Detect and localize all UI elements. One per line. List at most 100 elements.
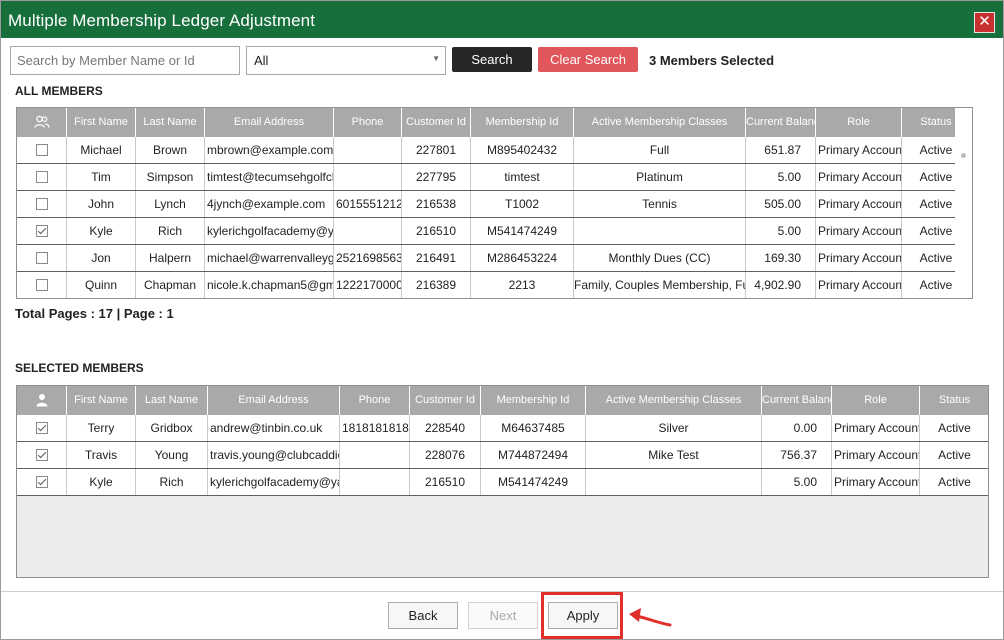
- col-first-name[interactable]: First Name: [67, 108, 136, 137]
- col-role[interactable]: Role: [816, 108, 902, 137]
- search-button[interactable]: Search: [452, 47, 532, 72]
- pagination-info: Total Pages : 17 | Page : 1: [15, 306, 174, 321]
- user-icon: [36, 394, 47, 407]
- last-name-cell: Gridbox: [136, 415, 208, 441]
- scroll-thumb[interactable]: [961, 153, 966, 158]
- col-first-name[interactable]: First Name: [67, 386, 136, 415]
- customer-id-cell: 228540: [410, 415, 481, 441]
- customer-id-cell: 228076: [410, 442, 481, 468]
- email-cell: kylerichgolfacademy@yahoo.com: [205, 218, 334, 244]
- membership-id-cell: 2213: [471, 272, 574, 298]
- last-name-cell: Halpern: [136, 245, 205, 271]
- row-checkbox-cell: [17, 245, 67, 271]
- col-membership-id[interactable]: Membership Id: [481, 386, 586, 415]
- col-role[interactable]: Role: [832, 386, 920, 415]
- last-name-cell: Lynch: [136, 191, 205, 217]
- col-phone[interactable]: Phone: [340, 386, 410, 415]
- table-row[interactable]: TimSimpsontimtest@tecumsehgolfclub.com 22…: [17, 164, 971, 191]
- select-all-header[interactable]: [17, 108, 67, 137]
- col-current-balance[interactable]: Current Balance: [762, 386, 832, 415]
- row-checkbox-cell: [17, 218, 67, 244]
- first-name-cell: Tim: [67, 164, 136, 190]
- title-bar: Multiple Membership Ledger Adjustment ✕: [1, 1, 1003, 38]
- row-checkbox[interactable]: [35, 475, 48, 488]
- table-row[interactable]: KyleRichkylerichgolfacademy@yahoo.com 216…: [17, 218, 971, 245]
- table-row[interactable]: JonHalpernmichael@warrenvalleygolf.com25…: [17, 245, 971, 272]
- row-checkbox[interactable]: [35, 421, 48, 434]
- table-row[interactable]: KyleRichkylerichgolfacademy@yahoo.com 216…: [17, 469, 988, 496]
- customer-id-cell: 216389: [402, 272, 471, 298]
- balance-cell: 5.00: [746, 164, 816, 190]
- email-cell: timtest@tecumsehgolfclub.com: [205, 164, 334, 190]
- col-status[interactable]: Status: [920, 386, 988, 415]
- last-name-cell: Young: [136, 442, 208, 468]
- col-customer-id[interactable]: Customer Id: [402, 108, 471, 137]
- search-input[interactable]: [10, 46, 240, 75]
- col-email[interactable]: Email Address: [208, 386, 340, 415]
- membership-id-cell: T1002: [471, 191, 574, 217]
- row-checkbox[interactable]: [35, 278, 48, 291]
- row-checkbox[interactable]: [35, 143, 48, 156]
- col-last-name[interactable]: Last Name: [136, 108, 205, 137]
- row-checkbox[interactable]: [35, 448, 48, 461]
- balance-cell: 505.00: [746, 191, 816, 217]
- phone-cell: [340, 469, 410, 495]
- email-cell: nicole.k.chapman5@gmail.com: [205, 272, 334, 298]
- col-phone[interactable]: Phone: [334, 108, 402, 137]
- row-checkbox-cell: [17, 415, 67, 441]
- table-row[interactable]: John Lynch 4jynch@example.com 6015551212 216…: [17, 191, 971, 218]
- row-checkbox[interactable]: [35, 251, 48, 264]
- table-row[interactable]: QuinnChapmannicole.k.chapman5@gmail.com1…: [17, 272, 971, 298]
- filter-select[interactable]: All ▼: [246, 46, 446, 75]
- email-cell: andrew@tinbin.co.uk: [208, 415, 340, 441]
- membership-id-cell: timtest: [471, 164, 574, 190]
- first-name-cell: Travis: [67, 442, 136, 468]
- selected-header-icon-cell: [17, 386, 67, 415]
- table-row[interactable]: Michael Brown mbrown@example.com 227801 M895…: [17, 137, 971, 164]
- balance-cell: 4,902.90: [746, 272, 816, 298]
- row-checkbox[interactable]: [35, 197, 48, 210]
- all-members-header: First Name Last Name Email Address Phone…: [17, 108, 971, 137]
- col-customer-id[interactable]: Customer Id: [410, 386, 481, 415]
- apply-highlight-box: [541, 592, 623, 639]
- balance-cell: 169.30: [746, 245, 816, 271]
- next-button[interactable]: Next: [468, 602, 538, 629]
- status-cell: Active: [920, 442, 988, 468]
- row-checkbox-cell: [17, 137, 67, 163]
- back-button[interactable]: Back: [388, 602, 458, 629]
- col-membership-id[interactable]: Membership Id: [471, 108, 574, 137]
- col-current-balance[interactable]: Current Balance: [746, 108, 816, 137]
- close-icon[interactable]: ✕: [974, 12, 995, 33]
- balance-cell: 651.87: [746, 137, 816, 163]
- membership-classes-cell: Mike Test: [586, 442, 762, 468]
- row-checkbox-cell: [17, 164, 67, 190]
- last-name-cell: Simpson: [136, 164, 205, 190]
- membership-classes-cell: Platinum: [574, 164, 746, 190]
- membership-id-cell: M744872494: [481, 442, 586, 468]
- balance-cell: 5.00: [746, 218, 816, 244]
- col-last-name[interactable]: Last Name: [136, 386, 208, 415]
- first-name-cell: Jon: [67, 245, 136, 271]
- status-cell: Active: [920, 469, 988, 495]
- balance-cell: 756.37: [762, 442, 832, 468]
- membership-classes-cell: [586, 469, 762, 495]
- table-row[interactable]: TravisYoungtravis.young@clubcaddie.com 22…: [17, 442, 988, 469]
- role-cell: Primary Account: [816, 245, 902, 271]
- col-email[interactable]: Email Address: [205, 108, 334, 137]
- footer-divider: [1, 591, 1003, 592]
- all-members-grid: First Name Last Name Email Address Phone…: [16, 107, 973, 299]
- email-cell: michael@warrenvalleygolf.com: [205, 245, 334, 271]
- col-membership-classes[interactable]: Active Membership Classes: [586, 386, 762, 415]
- row-checkbox-cell: [17, 442, 67, 468]
- last-name-cell: Rich: [136, 469, 208, 495]
- row-checkbox[interactable]: [35, 170, 48, 183]
- clear-search-button[interactable]: Clear Search: [538, 47, 638, 72]
- col-membership-classes[interactable]: Active Membership Classes: [574, 108, 746, 137]
- phone-cell: [334, 164, 402, 190]
- row-checkbox[interactable]: [35, 224, 48, 237]
- first-name-cell: Terry: [67, 415, 136, 441]
- email-cell: mbrown@example.com: [205, 137, 334, 163]
- vertical-scrollbar[interactable]: [955, 108, 972, 298]
- row-checkbox-cell: [17, 191, 67, 217]
- table-row[interactable]: Terry Gridbox andrew@tinbin.co.uk 181818181…: [17, 415, 988, 442]
